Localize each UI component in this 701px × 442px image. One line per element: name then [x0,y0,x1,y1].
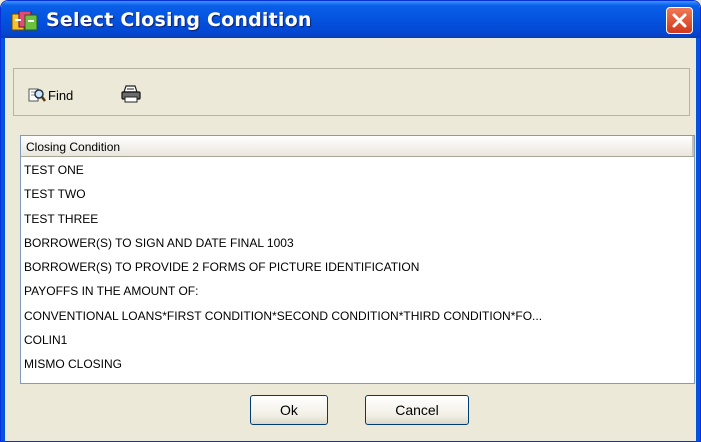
column-header[interactable]: Closing Condition [21,136,694,157]
table-rows: TEST ONE TEST TWO TEST THREE BORROWER(S)… [21,158,694,377]
dialog-window: Select Closing Condition Find Closing Co… [0,0,701,442]
cancel-button[interactable]: Cancel [365,395,469,425]
printer-icon[interactable] [121,85,141,103]
column-header-label: Closing Condition [26,140,121,154]
table-row[interactable]: PAYOFFS IN THE AMOUNT OF: [21,279,694,303]
table-row[interactable]: MISMO CLOSING [21,352,694,376]
find-label: Find [48,87,74,103]
window-frame-left [1,38,5,441]
window-title: Select Closing Condition [46,9,312,31]
closing-condition-table: Closing Condition TEST ONE TEST TWO TEST… [20,135,695,384]
close-button[interactable] [666,7,693,34]
find-icon [28,88,46,102]
title-bar[interactable]: Select Closing Condition [1,1,700,38]
toolbar: Find [13,68,690,116]
table-row[interactable]: BORROWER(S) TO SIGN AND DATE FINAL 1003 [21,231,694,255]
find-button[interactable]: Find [28,86,73,104]
ok-button[interactable]: Ok [250,395,328,425]
table-row[interactable]: TEST TWO [21,182,694,206]
window-frame-right [696,38,700,441]
table-row[interactable]: BORROWER(S) TO PROVIDE 2 FORMS OF PICTUR… [21,255,694,279]
table-row[interactable]: TEST ONE [21,158,694,182]
app-icon [12,11,38,31]
table-row[interactable]: COLIN1 [21,328,694,352]
table-row[interactable]: CONVENTIONAL LOANS*FIRST CONDITION*SECON… [21,304,694,328]
column-resize-handle[interactable] [692,136,694,156]
table-row[interactable]: TEST THREE [21,207,694,231]
close-icon [672,13,687,28]
